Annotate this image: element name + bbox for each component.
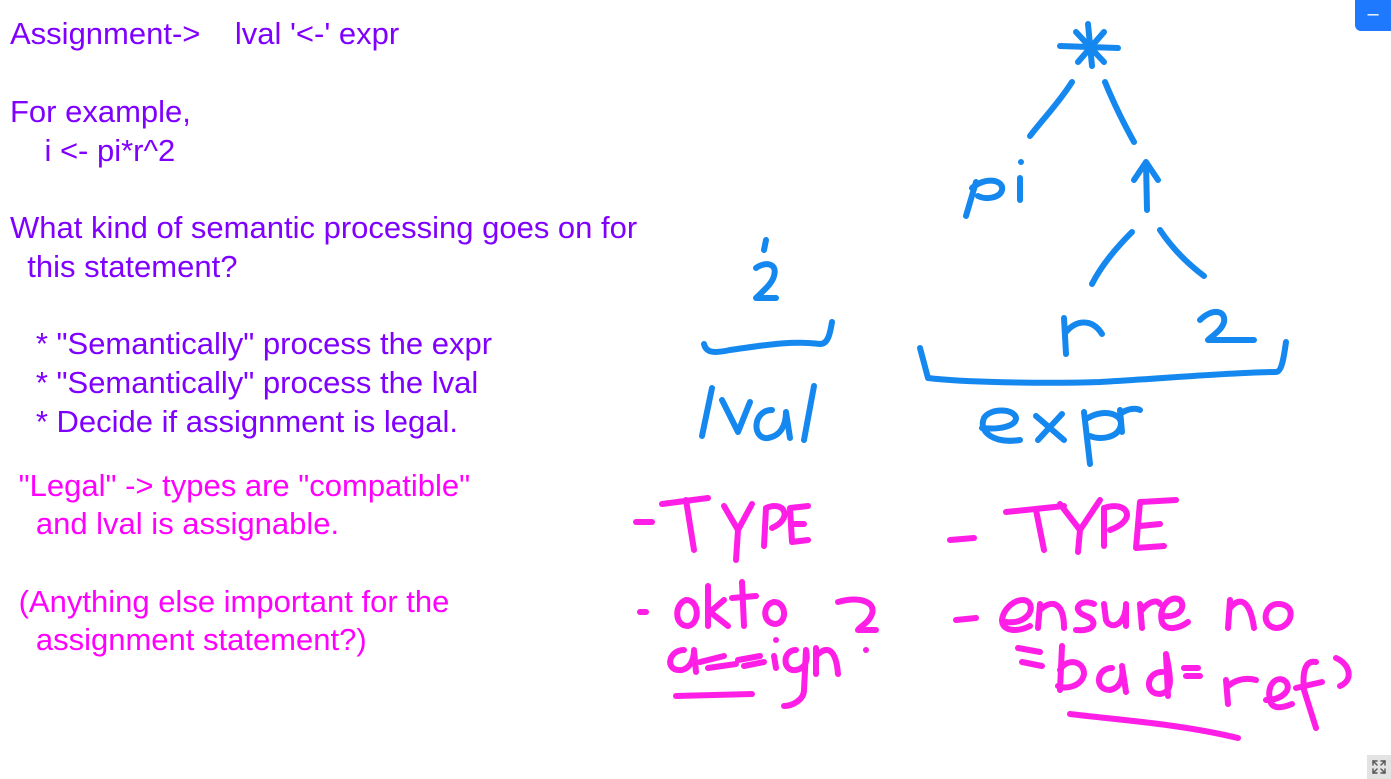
- lval-label: [699, 383, 817, 443]
- bullet-process-expr: * "Semantically" process the expr: [10, 326, 493, 361]
- legal-definition-line-2: and lval is assignable.: [10, 506, 340, 541]
- tree-leaf-r: [1061, 315, 1105, 357]
- bullet-process-lval: * "Semantically" process the lval: [10, 365, 479, 400]
- note-left-okto: [674, 579, 787, 629]
- lval-brace: [701, 319, 835, 355]
- tree-branch-left: [1027, 79, 1075, 139]
- lval-i: [753, 237, 779, 301]
- note-left-underline: [673, 691, 755, 699]
- tree-branch-caret-right: [1157, 227, 1207, 279]
- minimize-button[interactable]: –: [1355, 0, 1391, 31]
- fullscreen-button[interactable]: [1367, 755, 1391, 779]
- note-right-underline: [1067, 711, 1241, 741]
- slide-page: Assignment-> lval '<-' expr For example,…: [0, 0, 1391, 779]
- handwritten-annotations: [633, 21, 1352, 741]
- question-line-1: What kind of semantic processing goes on…: [10, 210, 638, 245]
- anything-else-line-1: (Anything else important for the: [10, 584, 450, 619]
- note-right-type: [1003, 497, 1179, 555]
- tree-caret: [1131, 159, 1161, 213]
- tree-leaf-pi: [963, 175, 1023, 219]
- expr-label: [979, 405, 1143, 467]
- tree-leaf-2: [1197, 309, 1257, 343]
- fullscreen-icon: [1372, 760, 1386, 774]
- note-right-dash: [947, 535, 977, 543]
- example-heading-line: For example,: [10, 94, 191, 129]
- minimize-icon: –: [1367, 3, 1379, 25]
- note-right-dash-2: [953, 615, 979, 623]
- note-right-ensure-no: [999, 595, 1294, 634]
- anything-else-line-2: assignment statement?): [10, 622, 367, 657]
- note-left-question: [835, 596, 879, 633]
- tree-branch-caret-left: [1089, 229, 1135, 287]
- question-line-2: this statement?: [10, 249, 238, 284]
- legal-definition-line-1: "Legal" -> types are "compatible": [10, 468, 471, 503]
- bullet-decide-legal: * Decide if assignment is legal.: [10, 404, 458, 439]
- example-code-line: i <- pi*r^2: [10, 133, 176, 168]
- grammar-rule-line: Assignment-> lval '<-' expr: [10, 16, 400, 51]
- magenta-ink: [633, 495, 1352, 741]
- blue-ink: [699, 21, 1289, 467]
- expr-brace: [917, 339, 1289, 386]
- tree-root-star: [1057, 21, 1121, 69]
- tree-branch-right: [1102, 79, 1137, 145]
- note-left-type: [659, 495, 811, 563]
